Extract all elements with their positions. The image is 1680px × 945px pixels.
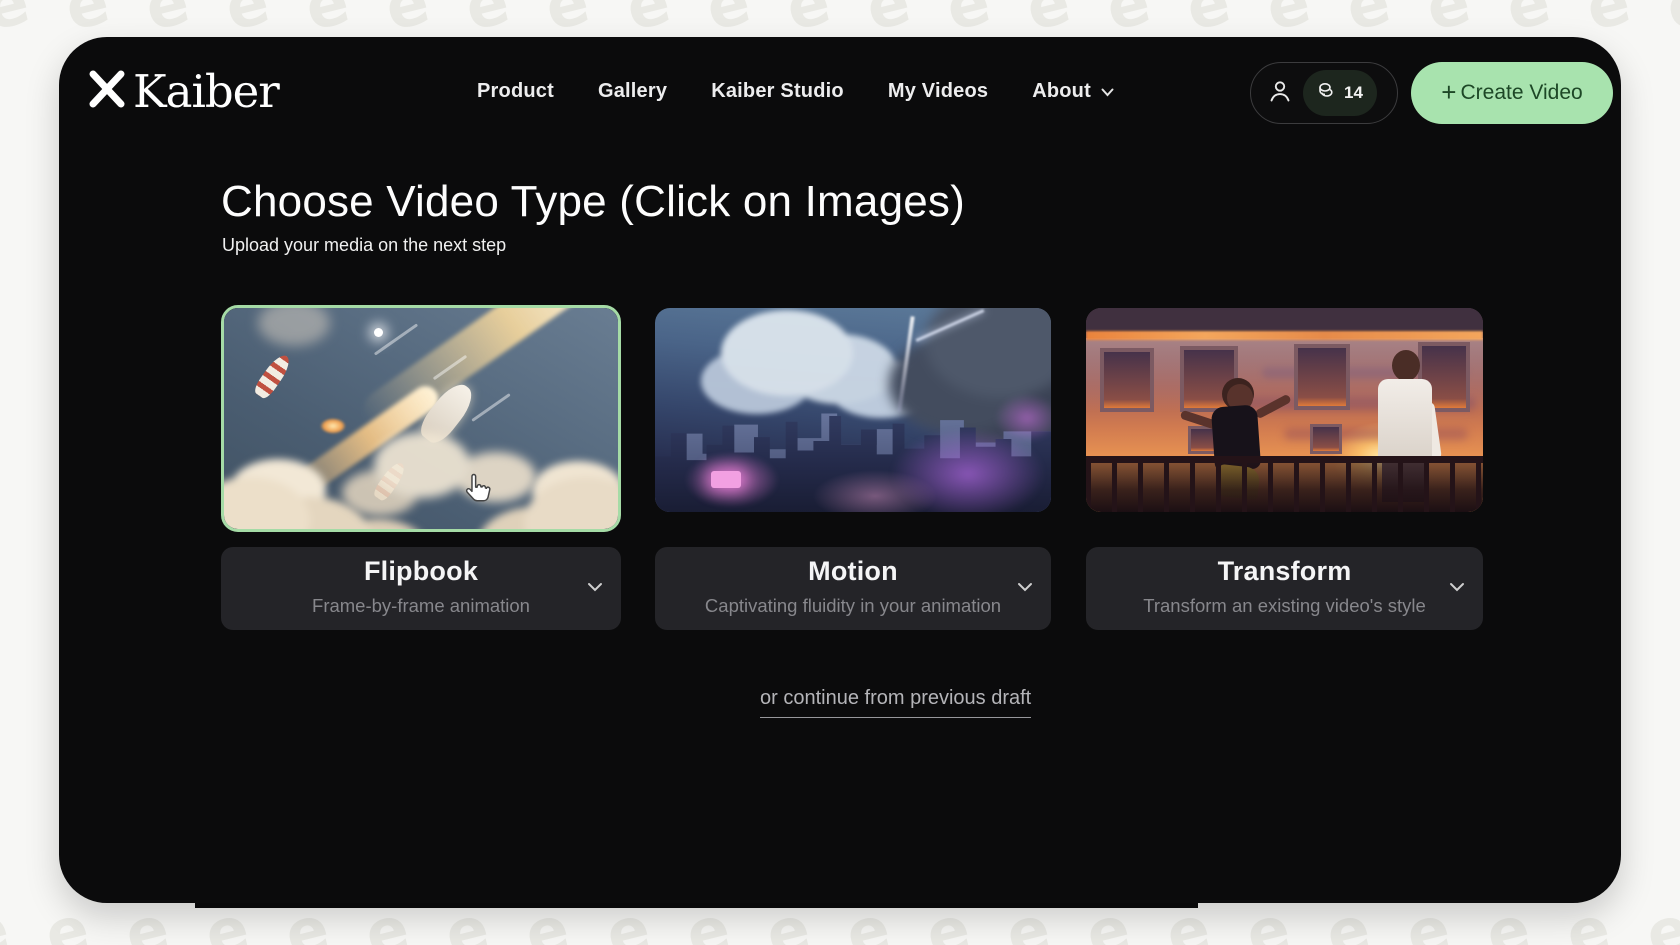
transform-label-bar[interactable]: Transform Transform an existing video's … [1086,547,1483,630]
transform-description: Transform an existing video's style [1086,595,1483,617]
flipbook-description: Frame-by-frame animation [221,595,621,617]
page-subtitle: Upload your media on the next step [222,235,506,256]
continue-from-draft-link[interactable]: or continue from previous draft [760,687,1031,718]
screen: eeeeeeeeeeeeeeeeeeeeeee eeeeeeeeeeeeeeee… [0,0,1680,945]
flipbook-art-rockets-sky [224,308,618,529]
nav-item-my-videos[interactable]: My Videos [888,80,988,103]
transform-art-sunset-couple [1086,308,1483,512]
flipbook-label-bar[interactable]: Flipbook Frame-by-frame animation [221,547,621,630]
transform-title: Transform [1086,556,1483,587]
user-icon [1267,78,1293,109]
nav-item-product[interactable]: Product [477,80,554,103]
motion-thumbnail[interactable] [655,308,1051,512]
account-pill[interactable]: 14 [1250,62,1398,124]
create-video-label: Create Video [1460,81,1582,105]
nav-item-kaiber-studio[interactable]: Kaiber Studio [711,80,844,103]
watermark-pattern-top: eeeeeeeeeeeeeeeeeeeeeee [0,0,1680,36]
transform-thumbnail[interactable] [1086,308,1483,512]
nav-item-about-label: About [1032,80,1091,103]
create-video-button[interactable]: + Create Video [1411,62,1613,124]
plus-icon: + [1441,79,1456,105]
nav-item-gallery[interactable]: Gallery [598,80,667,103]
chevron-down-icon[interactable] [1017,579,1033,597]
motion-description: Captivating fluidity in your animation [655,595,1051,617]
motion-label-bar[interactable]: Motion Captivating fluidity in your anim… [655,547,1051,630]
nav-item-about[interactable]: About [1032,80,1114,103]
credits-chip: 14 [1303,70,1377,116]
chevron-down-icon [1101,80,1114,103]
kaiber-logo[interactable]: Kaiber [85,65,279,118]
kaiber-logo-mark-icon [85,65,131,118]
kaiber-logo-text: Kaiber [133,69,279,114]
page-title: Choose Video Type (Click on Images) [221,177,965,227]
chevron-down-icon[interactable] [587,579,603,597]
app-panel: Kaiber Product Gallery Kaiber Studio My … [59,37,1621,903]
credits-count: 14 [1344,83,1363,103]
motion-title: Motion [655,556,1051,587]
flipbook-thumbnail[interactable] [221,305,621,532]
main-nav: Product Gallery Kaiber Studio My Videos … [477,80,1114,103]
credits-coins-icon [1317,81,1337,106]
chevron-down-icon[interactable] [1449,579,1465,597]
motion-art-neon-city [655,308,1051,512]
flipbook-title: Flipbook [221,556,621,587]
